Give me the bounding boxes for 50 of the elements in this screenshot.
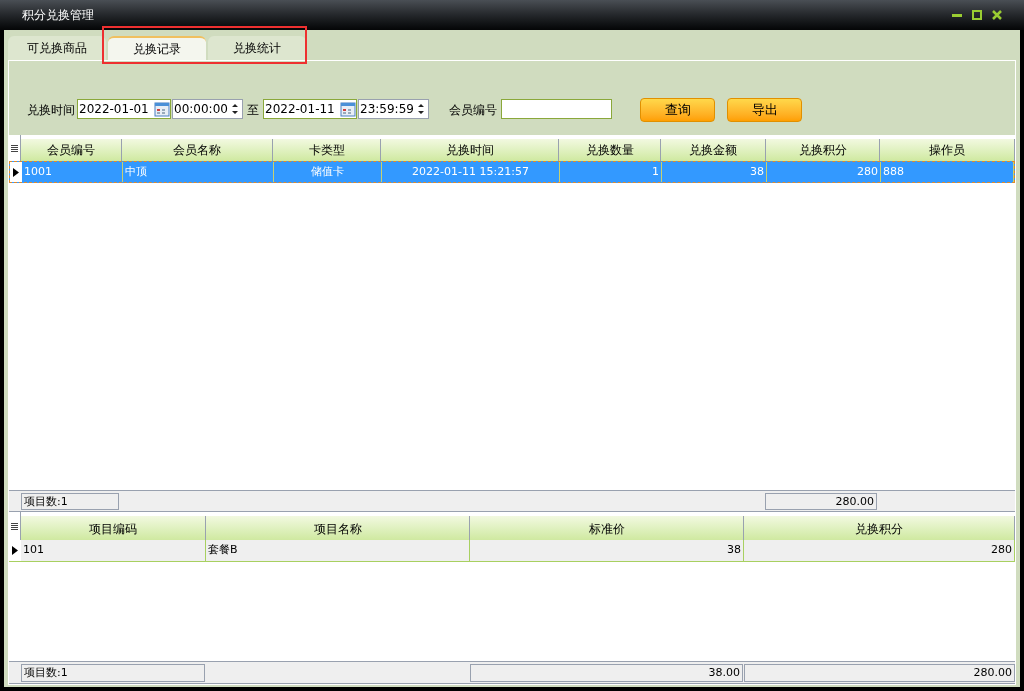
filter-label: 会员编号 bbox=[449, 102, 497, 119]
time-field[interactable]: 23:59:59 bbox=[358, 99, 429, 119]
tab[interactable]: 兑换记录 bbox=[108, 36, 206, 60]
column-header[interactable]: 会员编号 bbox=[21, 139, 122, 161]
table-cell: 101 bbox=[21, 540, 206, 561]
column-header[interactable]: 会员名称 bbox=[122, 139, 273, 161]
column-header[interactable]: 兑换数量 bbox=[559, 139, 661, 161]
column-header[interactable]: 标准价 bbox=[470, 516, 744, 540]
table-cell: 1001 bbox=[22, 162, 123, 182]
table-cell: 储值卡 bbox=[274, 162, 382, 182]
column-header[interactable]: 兑换积分 bbox=[766, 139, 880, 161]
table-cell: 38 bbox=[470, 540, 744, 561]
calendar-icon[interactable] bbox=[154, 101, 170, 117]
column-menu-icon[interactable] bbox=[11, 522, 18, 530]
table-cell: 套餐B bbox=[206, 540, 470, 561]
price-total: 38.00 bbox=[470, 663, 743, 682]
filter-label: 兑换时间 bbox=[27, 102, 75, 119]
maximize-icon[interactable] bbox=[972, 10, 982, 20]
window-title: 积分兑换管理 bbox=[22, 7, 95, 24]
tab[interactable]: 兑换统计 bbox=[208, 36, 306, 60]
points-total: 280.00 bbox=[765, 492, 877, 510]
filter-label: 至 bbox=[247, 102, 259, 119]
tab[interactable]: 可兑换商品 bbox=[8, 36, 106, 60]
column-header[interactable]: 项目编码 bbox=[21, 516, 206, 540]
date-field[interactable]: 2022-01-11 bbox=[263, 99, 357, 119]
item-count: 项目数:1 bbox=[21, 663, 205, 682]
column-header[interactable]: 操作员 bbox=[880, 139, 1015, 161]
table-cell: 888 bbox=[881, 162, 1014, 182]
member-id-field[interactable] bbox=[501, 99, 612, 119]
action-button[interactable]: 查询 bbox=[640, 98, 715, 122]
table-cell: 280 bbox=[767, 162, 881, 182]
column-header[interactable]: 卡类型 bbox=[273, 139, 381, 161]
table-cell: 1 bbox=[560, 162, 662, 182]
calendar-icon[interactable] bbox=[340, 101, 356, 117]
date-field[interactable]: 2022-01-01 bbox=[77, 99, 171, 119]
column-header[interactable]: 项目名称 bbox=[206, 516, 470, 540]
points-total: 280.00 bbox=[744, 663, 1015, 682]
table-cell: 280 bbox=[744, 540, 1015, 561]
time-field[interactable]: 00:00:00 bbox=[172, 99, 243, 119]
table-cell: 2022-01-11 15:21:57 bbox=[382, 162, 560, 182]
table-cell: 38 bbox=[662, 162, 767, 182]
table-cell: 中顶 bbox=[123, 162, 274, 182]
column-header[interactable]: 兑换积分 bbox=[744, 516, 1015, 540]
column-header[interactable]: 兑换时间 bbox=[381, 139, 559, 161]
close-icon[interactable] bbox=[992, 10, 1002, 20]
action-button[interactable]: 导出 bbox=[727, 98, 802, 122]
item-count: 项目数:1 bbox=[21, 492, 119, 510]
column-header[interactable]: 兑换金额 bbox=[661, 139, 766, 161]
table-row[interactable]: 101 套餐B 38 280 bbox=[9, 540, 1015, 562]
column-menu-icon[interactable] bbox=[11, 144, 18, 152]
